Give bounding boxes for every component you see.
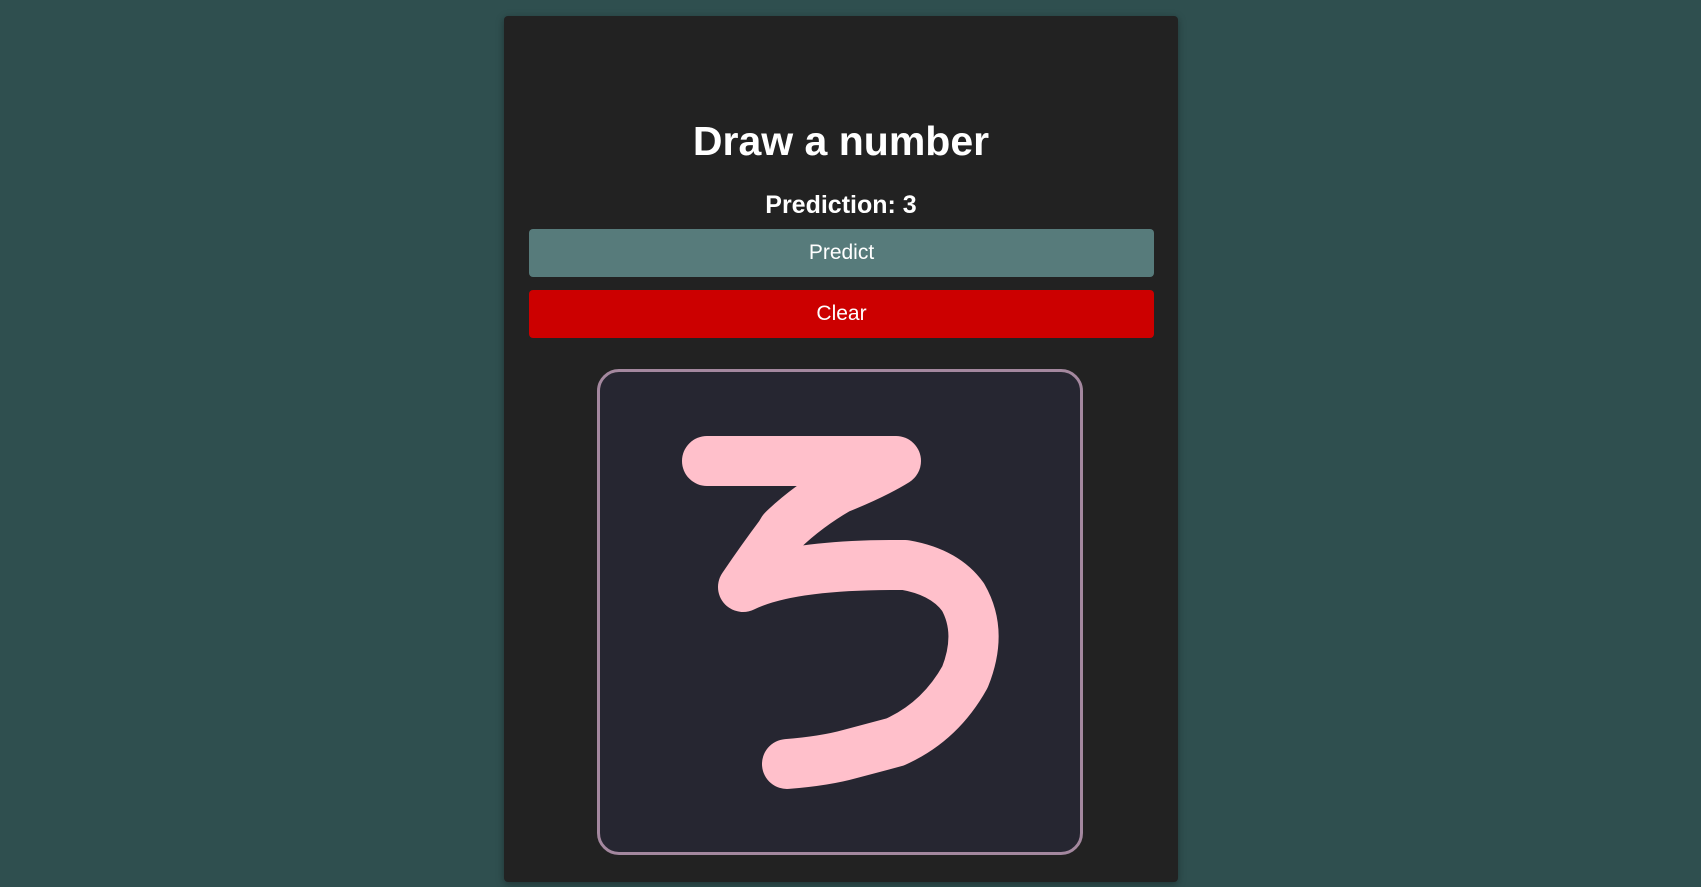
- app-panel: Draw a number Prediction: 3 Predict Clea…: [504, 16, 1178, 882]
- prediction-label: Prediction: 3: [765, 191, 917, 219]
- page-title: Draw a number: [692, 118, 990, 164]
- clear-button[interactable]: Clear: [529, 290, 1154, 338]
- drawing-canvas[interactable]: [597, 369, 1083, 855]
- predict-button[interactable]: Predict: [529, 229, 1154, 277]
- drawn-digit-stroke: [682, 436, 999, 789]
